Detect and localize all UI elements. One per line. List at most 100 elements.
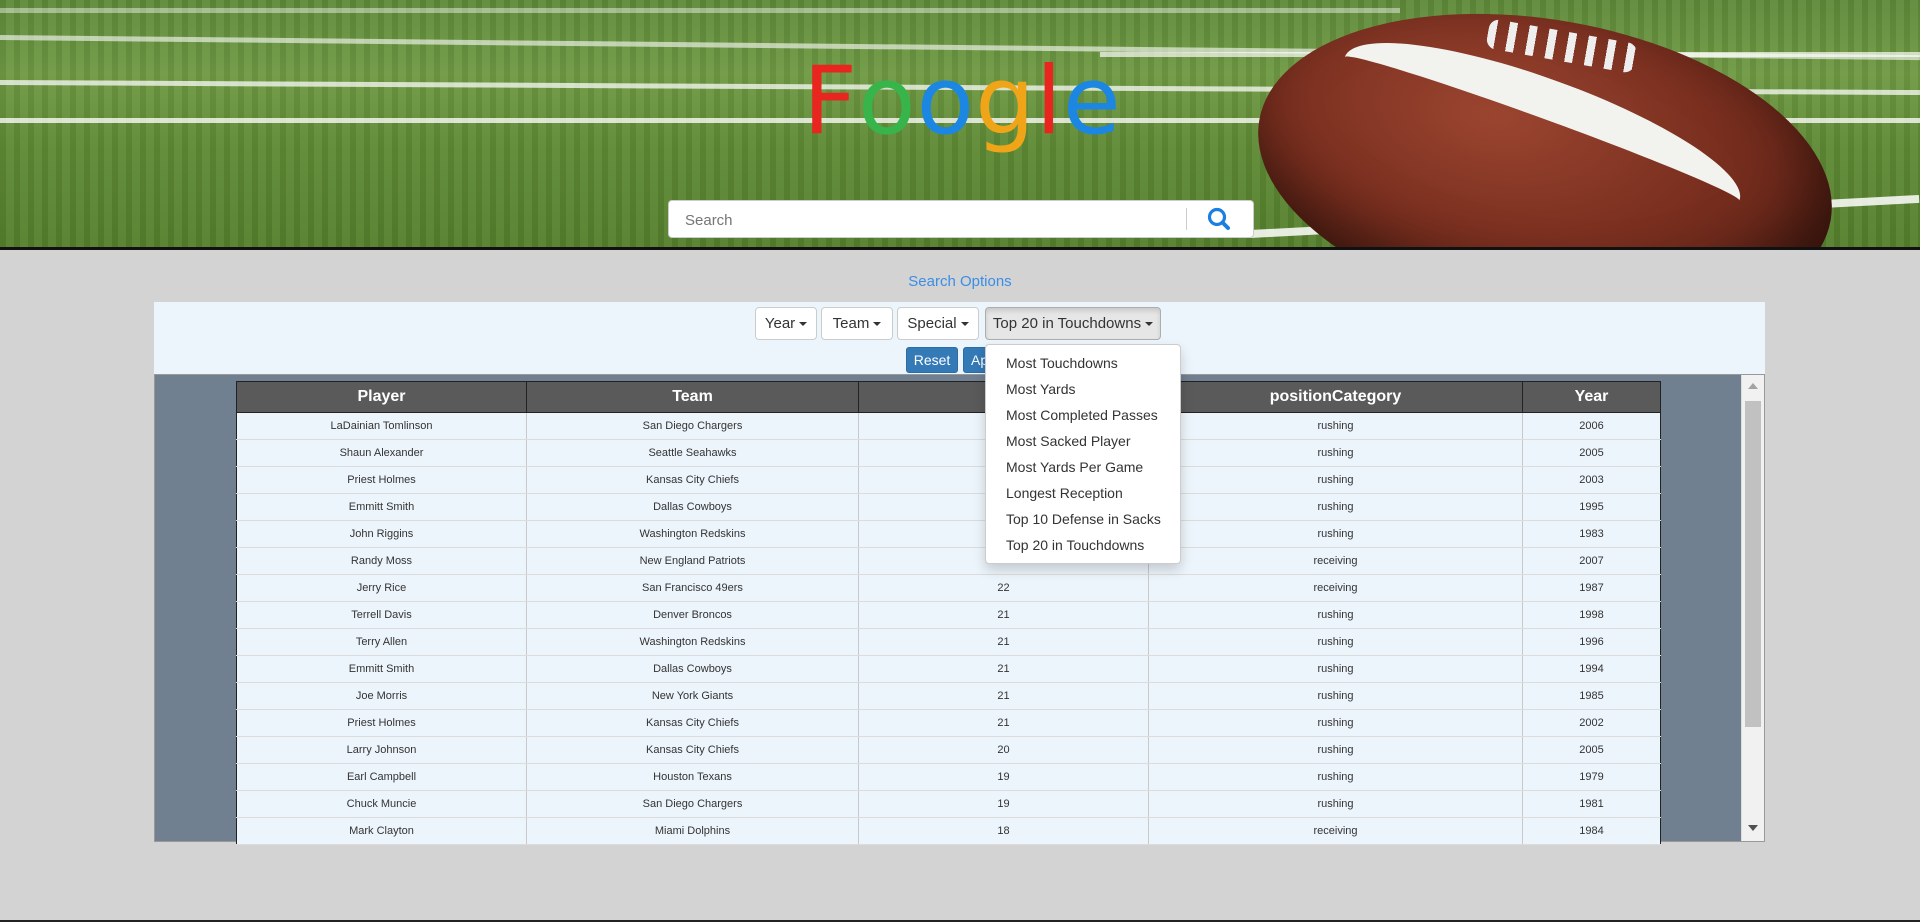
table-cell: rushing — [1148, 763, 1523, 791]
caret-down-icon — [873, 321, 882, 326]
table-cell: Terrell Davis — [236, 601, 527, 629]
table-cell: rushing — [1148, 790, 1523, 818]
table-cell: 21 — [858, 682, 1149, 710]
table-cell: Mark Clayton — [236, 817, 527, 845]
table-cell: Houston Texans — [526, 763, 859, 791]
table-cell: 21 — [858, 655, 1149, 683]
table-cell: 2005 — [1522, 439, 1661, 467]
table-cell: 22 — [858, 574, 1149, 602]
table-header-row: Player Team Touc positionCategory Year — [236, 381, 1661, 413]
table-cell: rushing — [1148, 466, 1523, 494]
special-dropdown[interactable]: Special — [897, 307, 979, 340]
column-header[interactable]: Player — [236, 381, 527, 413]
table-cell: 21 — [858, 709, 1149, 737]
column-header[interactable]: positionCategory — [1148, 381, 1523, 413]
special-dropdown-label: Special — [907, 315, 957, 332]
football-image — [1233, 0, 1857, 247]
table-cell: Miami Dolphins — [526, 817, 859, 845]
scroll-up-arrow-icon[interactable] — [1748, 383, 1758, 389]
table-cell: 19 — [858, 763, 1149, 791]
table-cell: 1987 — [1522, 574, 1661, 602]
table-row: Earl Campbell Houston Texans 19 rushing 1979 — [236, 763, 1661, 791]
foogle-logo: Foogle — [803, 55, 1122, 149]
table-row: Shaun Alexander Seattle Seahawks rushing 20… — [236, 439, 1661, 467]
table-row: Randy Moss New England Patriots receiving 2… — [236, 547, 1661, 575]
column-header[interactable]: Year — [1522, 381, 1661, 413]
category-dropdown-label: Top 20 in Touchdowns — [992, 315, 1142, 332]
table-cell: receiving — [1148, 574, 1523, 602]
table-cell: rushing — [1148, 628, 1523, 656]
table-row: Emmitt Smith Dallas Cowboys rushing 1995 — [236, 493, 1661, 521]
menu-item[interactable]: Top 10 Defense in Sacks — [986, 506, 1180, 532]
logo-letter: o — [858, 47, 917, 156]
scroll-down-arrow-icon[interactable] — [1748, 825, 1758, 831]
table-cell: Denver Broncos — [526, 601, 859, 629]
table-cell: 2006 — [1522, 412, 1661, 440]
table-row: Terry Allen Washington Redskins 21 rushing 1… — [236, 628, 1661, 656]
table-cell: rushing — [1148, 439, 1523, 467]
table-cell: rushing — [1148, 736, 1523, 764]
table-row: Joe Morris New York Giants 21 rushing 1985 — [236, 682, 1661, 710]
table-row: Chuck Muncie San Diego Chargers 19 rushing 1… — [236, 790, 1661, 818]
table-cell: Seattle Seahawks — [526, 439, 859, 467]
table-cell: rushing — [1148, 601, 1523, 629]
table-cell: 1983 — [1522, 520, 1661, 548]
caret-down-icon — [799, 321, 808, 326]
column-header[interactable]: Team — [526, 381, 859, 413]
table-cell: Emmitt Smith — [236, 655, 527, 683]
table-cell: 1994 — [1522, 655, 1661, 683]
table-cell: Kansas City Chiefs — [526, 709, 859, 737]
table-cell: New England Patriots — [526, 547, 859, 575]
table-cell: 1998 — [1522, 601, 1661, 629]
table-cell: 2002 — [1522, 709, 1661, 737]
caret-down-icon — [960, 321, 969, 326]
table-cell: 1995 — [1522, 493, 1661, 521]
menu-item[interactable]: Most Touchdowns — [986, 350, 1180, 376]
caret-down-icon — [1145, 321, 1154, 326]
table-cell: 2007 — [1522, 547, 1661, 575]
menu-item[interactable]: Most Sacked Player — [986, 428, 1180, 454]
menu-item[interactable]: Most Yards — [986, 376, 1180, 402]
menu-item[interactable]: Longest Reception — [986, 480, 1180, 506]
table-row: Emmitt Smith Dallas Cowboys 21 rushing 1994 — [236, 655, 1661, 683]
vertical-scrollbar[interactable] — [1741, 375, 1764, 841]
logo-letter: F — [803, 47, 859, 156]
table-cell: Washington Redskins — [526, 628, 859, 656]
table-cell: Jerry Rice — [236, 574, 527, 602]
table-cell: 1984 — [1522, 817, 1661, 845]
table-cell: Larry Johnson — [236, 736, 527, 764]
table-cell: 2005 — [1522, 736, 1661, 764]
reset-button[interactable]: Reset — [906, 347, 958, 373]
table-cell: rushing — [1148, 493, 1523, 521]
table-cell: Priest Holmes — [236, 466, 527, 494]
table-cell: Shaun Alexander — [236, 439, 527, 467]
table-row: Priest Holmes Kansas City Chiefs 21 rushing… — [236, 709, 1661, 737]
table-cell: 1979 — [1522, 763, 1661, 791]
category-dropdown[interactable]: Top 20 in Touchdowns — [985, 307, 1161, 340]
table-cell: rushing — [1148, 682, 1523, 710]
search-input[interactable] — [683, 206, 1187, 234]
category-dropdown-menu: Most Touchdowns Most Yards Most Complete… — [985, 344, 1181, 564]
table-cell: Earl Campbell — [236, 763, 527, 791]
menu-item[interactable]: Top 20 in Touchdowns — [986, 532, 1180, 558]
team-dropdown[interactable]: Team — [821, 307, 893, 340]
table-cell: rushing — [1148, 655, 1523, 683]
year-dropdown[interactable]: Year — [755, 307, 817, 340]
menu-item[interactable]: Most Yards Per Game — [986, 454, 1180, 480]
table-row: LaDainian Tomlinson San Diego Chargers rus… — [236, 412, 1661, 440]
search-bar — [668, 200, 1254, 238]
search-button[interactable] — [1199, 204, 1239, 234]
table-cell: 19 — [858, 790, 1149, 818]
table-cell: receiving — [1148, 817, 1523, 845]
scrollbar-thumb[interactable] — [1745, 401, 1761, 727]
table-cell: Joe Morris — [236, 682, 527, 710]
table-cell: rushing — [1148, 520, 1523, 548]
table-row: Priest Holmes Kansas City Chiefs rushing 20… — [236, 466, 1661, 494]
search-icon — [1207, 207, 1230, 230]
menu-item[interactable]: Most Completed Passes — [986, 402, 1180, 428]
table-cell: Randy Moss — [236, 547, 527, 575]
table-row: Terrell Davis Denver Broncos 21 rushing 1998 — [236, 601, 1661, 629]
search-options-link[interactable]: Search Options — [0, 273, 1920, 290]
table-cell: Kansas City Chiefs — [526, 466, 859, 494]
table-cell: New York Giants — [526, 682, 859, 710]
